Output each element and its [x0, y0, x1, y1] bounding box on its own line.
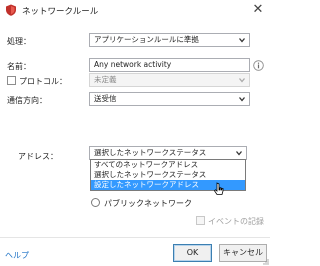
close-button[interactable]: ✕: [250, 2, 266, 18]
chevron-down-icon: [239, 78, 245, 83]
direction-select[interactable]: 送受信: [89, 92, 250, 106]
title-bar: ネットワークルール ✕: [0, 0, 270, 21]
public-network-label: パブリックネットワーク: [104, 199, 192, 208]
chevron-down-icon: [236, 151, 242, 156]
log-events-checkbox[interactable]: [196, 216, 205, 225]
direction-select-value: 送受信: [94, 94, 117, 103]
protocol-label: プロトコル：: [19, 77, 67, 86]
name-input[interactable]: Any network activity: [89, 58, 250, 72]
cancel-button[interactable]: キャンセル: [219, 244, 267, 262]
address-select[interactable]: 選択したネットワークステータス: [89, 146, 247, 160]
protocol-select-value: 未定義: [94, 75, 117, 84]
address-label: アドレス：: [18, 152, 58, 161]
resize-grip-icon[interactable]: [261, 257, 269, 265]
direction-label: 通信方向：: [7, 96, 47, 105]
log-events-label: イベントの記録: [208, 217, 264, 226]
action-label: 処理：: [7, 37, 31, 46]
ok-button[interactable]: OK: [173, 244, 212, 262]
public-network-radio[interactable]: [91, 198, 100, 207]
chevron-down-icon: [239, 97, 245, 102]
footer-divider: [0, 237, 270, 238]
help-link[interactable]: ヘルプ: [5, 250, 29, 261]
network-rule-dialog: ネットワークルール ✕ 処理： アプリケーションルールに準拠 名前： Any n…: [0, 0, 270, 266]
window-title: ネットワークルール: [22, 7, 99, 17]
name-label: 名前：: [7, 62, 31, 71]
address-option[interactable]: すべてのネットワークアドレス: [91, 160, 245, 170]
address-select-value: 選択したネットワークステータス: [94, 148, 207, 157]
address-option[interactable]: 選択したネットワークステータス: [91, 170, 245, 180]
app-shield-icon: [6, 4, 16, 16]
action-select-value: アプリケーションルールに準拠: [94, 35, 199, 44]
protocol-select[interactable]: 未定義: [89, 73, 250, 87]
name-input-value: Any network activity: [94, 60, 172, 69]
action-select[interactable]: アプリケーションルールに準拠: [89, 33, 250, 47]
chevron-down-icon: [239, 38, 245, 43]
protocol-checkbox[interactable]: [7, 76, 16, 85]
info-icon[interactable]: [253, 60, 264, 71]
mouse-pointer-icon: [213, 182, 224, 195]
